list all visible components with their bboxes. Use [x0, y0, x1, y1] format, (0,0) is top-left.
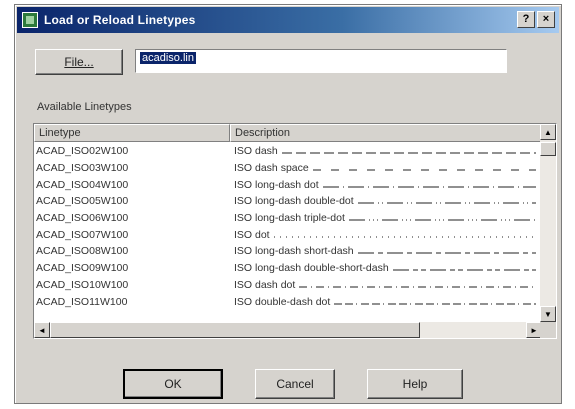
linetype-description-cell: ISO double-dash dot	[230, 296, 542, 308]
list-rows: ACAD_ISO02W100 ISO dash ACAD_ISO03W100 ISO …	[34, 143, 542, 310]
scroll-down-icon[interactable]: ▼	[540, 306, 556, 322]
linetype-description: ISO long-dash short-dash	[234, 245, 354, 258]
linetype-pattern-preview	[357, 202, 536, 204]
linetype-name: ACAD_ISO09W100	[36, 262, 129, 275]
linetype-description: ISO dash dot	[234, 278, 296, 291]
table-row[interactable]: ACAD_ISO11W100 ISO double-dash dot	[34, 293, 542, 310]
load-linetypes-dialog: Load or Reload Linetypes ? × File... aca…	[14, 4, 562, 404]
table-row[interactable]: ACAD_ISO02W100 ISO dash	[34, 143, 542, 160]
linetype-description-cell: ISO long-dash short-dash	[230, 245, 542, 257]
linetype-name: ACAD_ISO08W100	[36, 245, 129, 258]
help-question-icon[interactable]: ?	[517, 11, 535, 28]
close-icon[interactable]: ×	[537, 11, 555, 28]
linetype-description: ISO dash	[234, 145, 278, 158]
linetype-pattern-preview	[299, 286, 536, 288]
linetype-name: ACAD_ISO03W100	[36, 162, 129, 175]
table-row[interactable]: ACAD_ISO03W100 ISO dash space	[34, 160, 542, 177]
linetype-pattern-preview	[312, 169, 536, 171]
scroll-corner	[540, 322, 556, 338]
app-icon	[22, 12, 38, 28]
linetype-pattern-preview	[273, 236, 536, 238]
linetype-name: ACAD_ISO04W100	[36, 178, 129, 191]
column-header-description[interactable]: Description	[230, 124, 542, 142]
table-row[interactable]: ACAD_ISO04W100 ISO long-dash dot	[34, 176, 542, 193]
column-header-linetype[interactable]: Linetype	[34, 124, 230, 142]
linetype-description-cell: ISO long-dash triple-dot	[230, 212, 542, 224]
linetype-description: ISO dot	[234, 228, 270, 241]
linetype-name: ACAD_ISO10W100	[36, 278, 129, 291]
list-header: Linetype Description	[34, 124, 542, 142]
table-row[interactable]: ACAD_ISO05W100 ISO long-dash double-dot	[34, 193, 542, 210]
linetype-pattern-preview	[392, 269, 536, 271]
table-row[interactable]: ACAD_ISO10W100 ISO dash dot	[34, 277, 542, 294]
horizontal-scrollbar[interactable]: ◄ ►	[34, 322, 542, 338]
linetype-pattern-preview	[357, 252, 536, 254]
scroll-up-icon[interactable]: ▲	[540, 124, 556, 140]
scroll-left-icon[interactable]: ◄	[34, 322, 50, 338]
table-row[interactable]: ACAD_ISO09W100 ISO long-dash double-short…	[34, 260, 542, 277]
file-name-field[interactable]: acadiso.lin	[135, 49, 507, 73]
linetype-description-cell: ISO long-dash double-dot	[230, 195, 542, 207]
available-linetypes-label: Available Linetypes	[37, 101, 132, 113]
linetype-pattern-preview	[322, 186, 536, 188]
file-button-label: File...	[64, 55, 94, 69]
linetype-name: ACAD_ISO11W100	[36, 295, 128, 308]
linetype-name: ACAD_ISO07W100	[36, 228, 129, 241]
linetype-name: ACAD_ISO02W100	[36, 145, 129, 158]
vertical-scroll-thumb[interactable]	[540, 142, 556, 156]
table-row[interactable]: ACAD_ISO07W100 ISO dot	[34, 226, 542, 243]
file-name-value: acadiso.lin	[140, 52, 196, 64]
linetype-description: ISO double-dash dot	[234, 295, 331, 308]
linetype-description-cell: ISO long-dash double-short-dash	[230, 262, 542, 274]
linetype-description-cell: ISO dash	[230, 145, 542, 157]
window-title: Load or Reload Linetypes	[44, 13, 196, 27]
cancel-button-label: Cancel	[276, 377, 314, 391]
title-bar[interactable]: Load or Reload Linetypes ? ×	[17, 7, 559, 33]
cancel-button[interactable]: Cancel	[255, 369, 335, 399]
table-row[interactable]: ACAD_ISO08W100 ISO long-dash short-dash	[34, 243, 542, 260]
linetype-description-cell: ISO dash space	[230, 162, 542, 174]
linetype-description-cell: ISO dash dot	[230, 279, 542, 291]
vertical-scrollbar[interactable]: ▲ ▼	[540, 124, 556, 322]
linetype-pattern-preview	[348, 219, 536, 221]
horizontal-scroll-thumb[interactable]	[50, 322, 420, 338]
linetype-description: ISO long-dash dot	[234, 178, 319, 191]
ok-button-label: OK	[164, 377, 182, 391]
linetype-description: ISO long-dash triple-dot	[234, 212, 345, 225]
linetype-description-cell: ISO dot	[230, 229, 542, 241]
help-button[interactable]: Help	[367, 369, 463, 399]
linetype-pattern-preview	[334, 303, 536, 305]
linetype-description: ISO long-dash double-dot	[234, 195, 354, 208]
linetype-pattern-preview	[281, 152, 536, 154]
linetype-name: ACAD_ISO06W100	[36, 212, 129, 225]
linetype-description-cell: ISO long-dash dot	[230, 179, 542, 191]
file-button[interactable]: File...	[35, 49, 123, 75]
linetype-name: ACAD_ISO05W100	[36, 195, 129, 208]
help-button-label: Help	[402, 377, 428, 391]
linetype-list[interactable]: Linetype Description ACAD_ISO02W100 ISO d…	[33, 123, 557, 339]
linetype-description: ISO dash space	[234, 162, 309, 175]
ok-button[interactable]: OK	[123, 369, 223, 399]
linetype-description: ISO long-dash double-short-dash	[234, 262, 389, 275]
table-row[interactable]: ACAD_ISO06W100 ISO long-dash triple-dot	[34, 210, 542, 227]
